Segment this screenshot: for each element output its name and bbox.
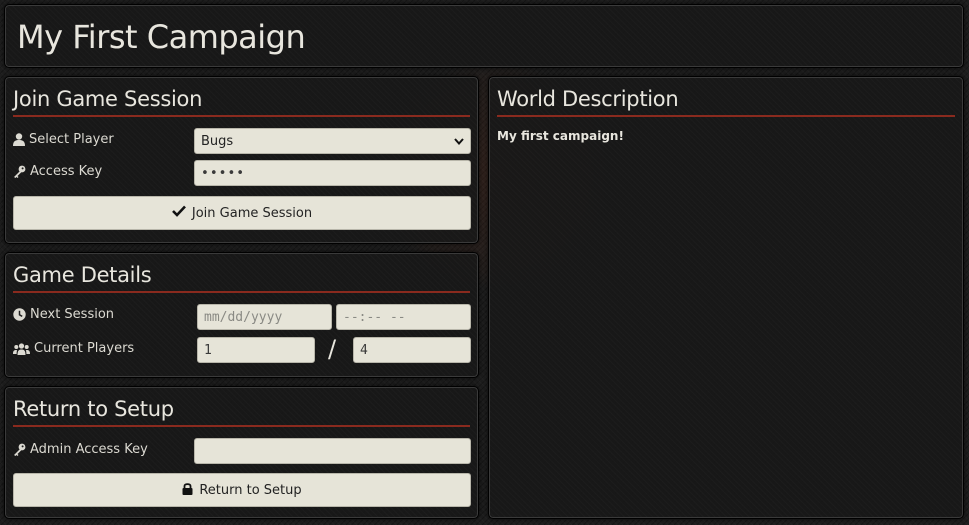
player-select[interactable]: Bugs — [194, 128, 471, 154]
users-icon — [13, 342, 30, 355]
header-bar: My First Campaign — [4, 4, 964, 68]
clock-icon — [13, 308, 26, 321]
key-icon — [13, 165, 26, 178]
details-section-title: Game Details — [13, 263, 470, 293]
join-session-button[interactable]: Join Game Session — [13, 196, 471, 230]
world-section-title: World Description — [497, 87, 955, 117]
lock-icon — [182, 482, 193, 499]
session-date-input[interactable]: mm/dd/yyyy — [197, 304, 332, 330]
key-icon — [13, 443, 26, 456]
chevron-down-icon — [454, 134, 464, 149]
join-session-panel: Join Game Session Select Player Bugs Acc… — [4, 76, 479, 244]
user-icon — [13, 133, 25, 146]
game-details-panel: Game Details Next Session mm/dd/yyyy --:… — [4, 252, 479, 378]
session-time-input[interactable]: --:-- -- — [336, 304, 471, 330]
setup-section-title: Return to Setup — [13, 397, 470, 427]
return-setup-button[interactable]: Return to Setup — [13, 473, 471, 507]
select-player-label: Select Player — [13, 132, 114, 147]
page-title: My First Campaign — [17, 18, 306, 56]
world-description-panel: World Description My first campaign! — [488, 76, 964, 519]
player-select-value: Bugs — [201, 133, 234, 149]
join-section-title: Join Game Session — [13, 87, 470, 117]
return-setup-panel: Return to Setup Admin Access Key Return … — [4, 386, 479, 519]
world-description-text: My first campaign! — [497, 129, 624, 143]
max-players-input[interactable]: 4 — [353, 337, 471, 363]
access-key-label: Access Key — [13, 164, 102, 179]
next-session-label: Next Session — [13, 307, 114, 322]
current-players-label: Current Players — [13, 341, 134, 356]
check-icon — [171, 205, 186, 221]
current-players-input[interactable]: 1 — [197, 337, 315, 363]
admin-key-label: Admin Access Key — [13, 442, 148, 457]
players-separator: / — [328, 335, 337, 363]
admin-key-input[interactable] — [194, 438, 471, 464]
access-key-input[interactable]: ••••• — [194, 160, 471, 186]
